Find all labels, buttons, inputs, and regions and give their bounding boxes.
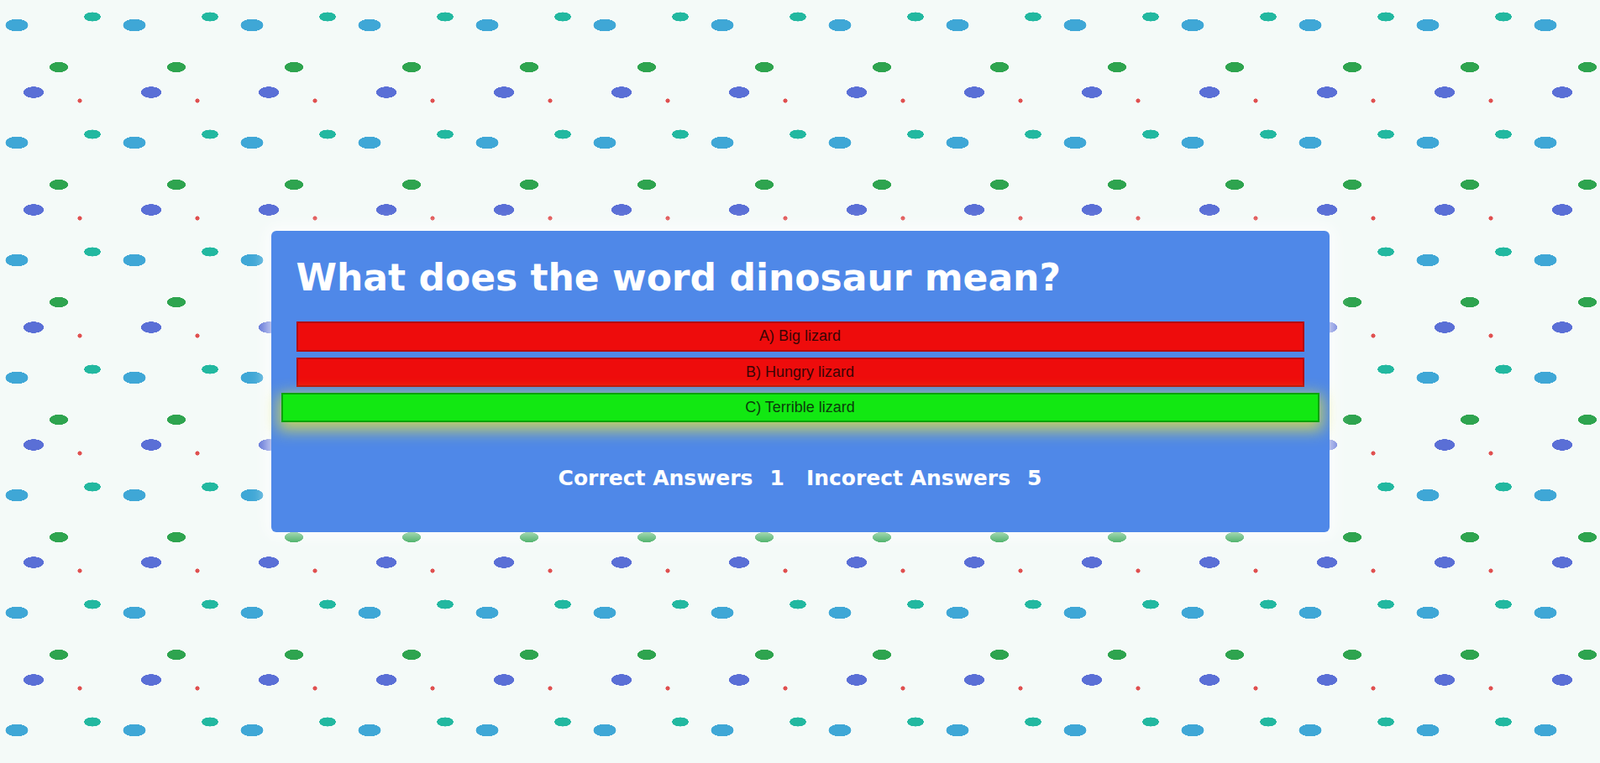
- incorrect-score: Incorect Answers 5: [806, 462, 1043, 495]
- quiz-panel: What does the word dinosaur mean? A) Big…: [271, 230, 1330, 534]
- answer-button[interactable]: C) Terrible lizard: [281, 393, 1320, 423]
- incorrect-label: Incorect Answers: [806, 462, 1011, 495]
- correct-count: 1: [769, 462, 784, 495]
- answer-button[interactable]: B) Hungry lizard: [296, 357, 1305, 388]
- incorrect-count: 5: [1027, 462, 1042, 495]
- correct-score: Correct Answers 1: [558, 462, 785, 495]
- answer-list: A) Big lizardB) Hungry lizardC) Terrible…: [296, 321, 1305, 423]
- question-title: What does the word dinosaur mean?: [296, 256, 1305, 301]
- quiz-stage: What does the word dinosaur mean? A) Big…: [0, 0, 1600, 763]
- answer-button[interactable]: A) Big lizard: [296, 321, 1305, 352]
- score-bar: Correct Answers 1 Incorect Answers 5: [296, 462, 1305, 495]
- correct-label: Correct Answers: [558, 462, 754, 495]
